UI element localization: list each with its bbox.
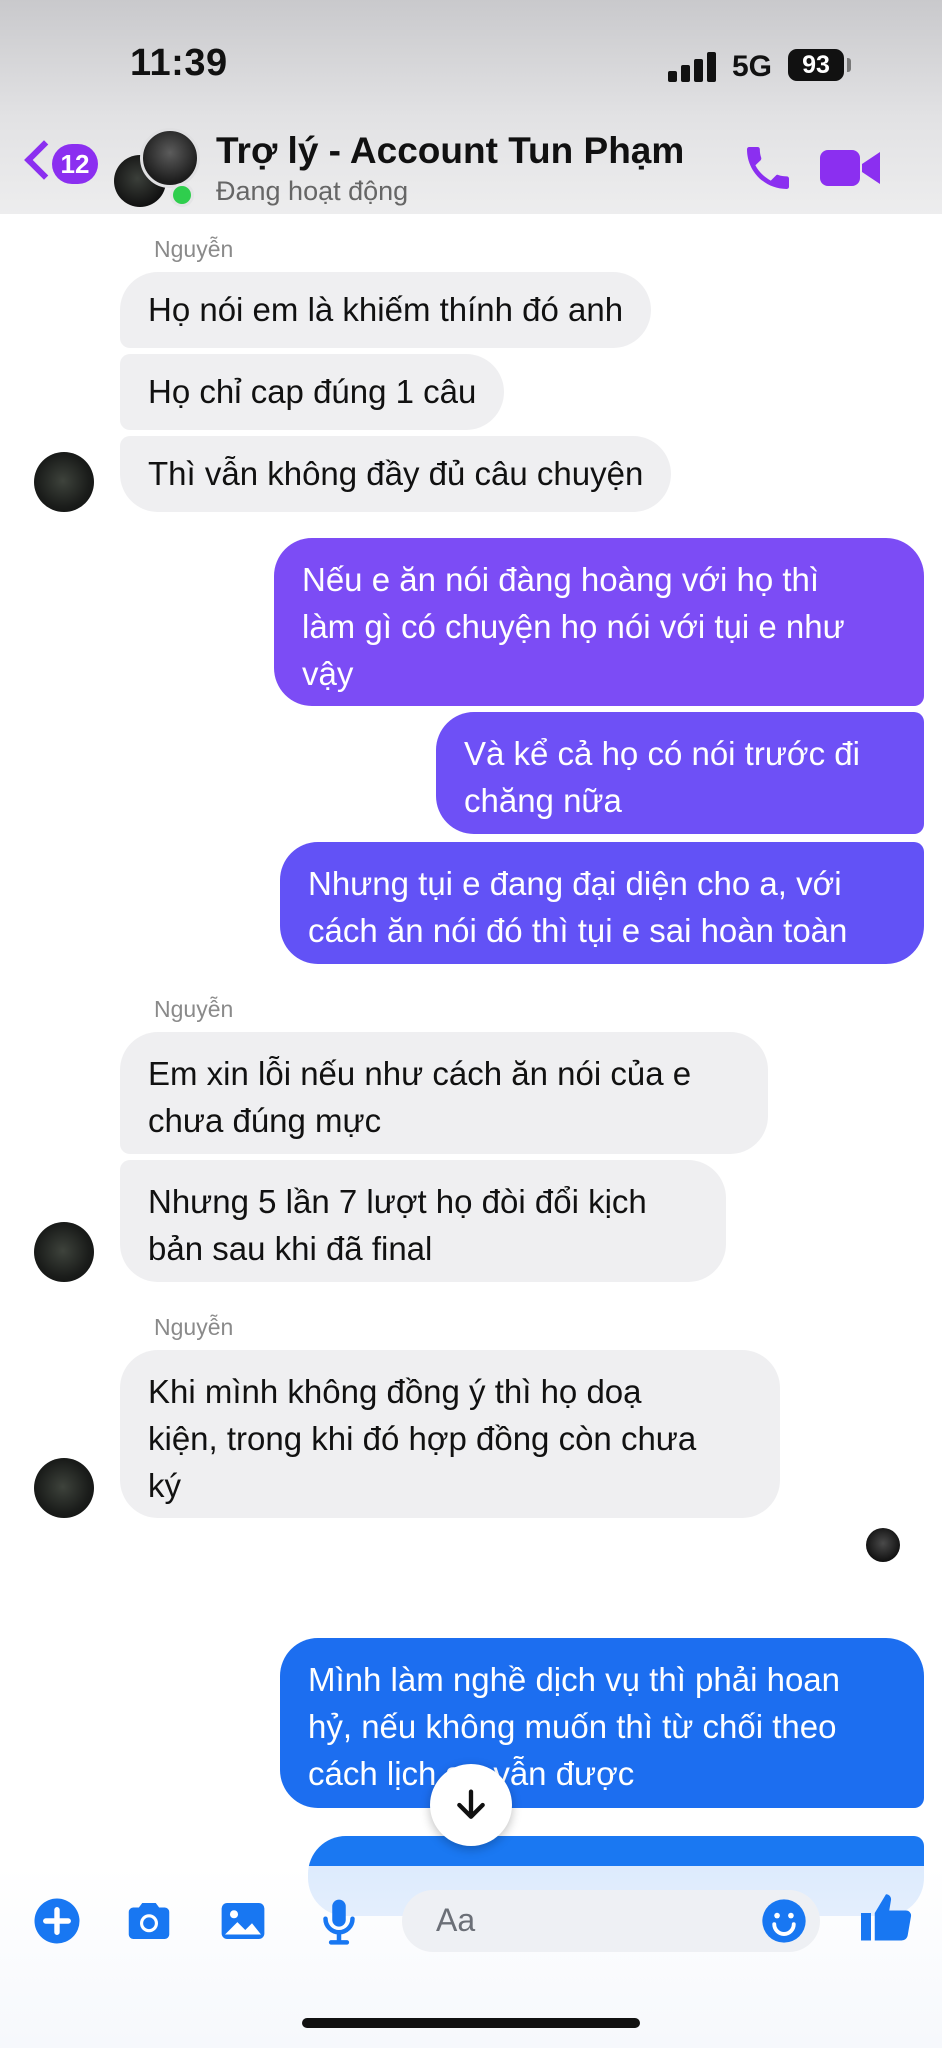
message-bubble-incoming[interactable]: Họ nói em là khiếm thính đó anh	[120, 272, 652, 348]
message-text: làm gì có chuyện họ nói với tụi e như	[302, 608, 845, 645]
sender-name: Nguyễn	[154, 996, 234, 1022]
message-text: bản sau khi đã final	[148, 1230, 433, 1267]
phone-icon[interactable]	[740, 140, 796, 196]
seen-avatar	[866, 1528, 900, 1562]
message-input[interactable]: Aa	[402, 1890, 820, 1952]
battery-icon: 93	[788, 49, 844, 81]
gallery-icon[interactable]	[216, 1894, 270, 1948]
camera-icon[interactable]	[122, 1894, 176, 1948]
message-text: hỷ, nếu không muốn thì từ chối theo	[308, 1708, 837, 1745]
message-text: chưa đúng mực	[148, 1102, 382, 1139]
message-text: Khi mình không đồng ý thì họ doạ	[148, 1373, 642, 1410]
message-text: Em xin lỗi nếu như cách ăn nói của e	[148, 1055, 692, 1092]
video-camera-icon[interactable]	[818, 144, 882, 192]
message-text: Họ nói em là khiếm thính đó anh	[148, 291, 624, 328]
message-text: ký	[148, 1467, 181, 1504]
back-button[interactable]: 12	[24, 140, 104, 190]
message-text: Họ chỉ cap đúng 1 câu	[148, 373, 477, 410]
scroll-to-bottom-button[interactable]	[430, 1764, 512, 1846]
sender-avatar[interactable]	[34, 452, 94, 512]
group-avatar-front[interactable]	[140, 128, 200, 188]
microphone-icon[interactable]	[312, 1894, 366, 1948]
message-bubble-outgoing[interactable]: Nhưng tụi e đang đại diện cho a, với các…	[280, 842, 924, 964]
message-input-placeholder: Aa	[436, 1902, 476, 1938]
like-icon[interactable]	[856, 1888, 916, 1948]
signal-icon	[668, 52, 718, 82]
sender-name: Nguyễn	[154, 236, 234, 262]
message-text: Thì vẫn không đầy đủ câu chuyện	[148, 455, 644, 492]
network-label: 5G	[732, 50, 773, 83]
message-text: cách lịch sự vẫn được	[308, 1755, 635, 1792]
sender-avatar[interactable]	[34, 1222, 94, 1282]
message-text: Nhưng tụi e đang đại diện cho a, với	[308, 865, 842, 902]
message-text: kiện, trong khi đó hợp đồng còn chưa	[148, 1420, 697, 1457]
plus-icon[interactable]	[30, 1894, 84, 1948]
message-text: Nhưng 5 lần 7 lượt họ đòi đổi kịch	[148, 1183, 647, 1220]
message-text: chăng nữa	[464, 782, 622, 819]
message-text: cách ăn nói đó thì tụi e sai hoàn toàn	[308, 912, 848, 949]
message-bubble-outgoing[interactable]: Mình làm nghề dịch vụ thì phải hoan hỷ, …	[280, 1638, 924, 1808]
message-text: Và kể cả họ có nói trước đi	[464, 735, 860, 772]
message-bubble-outgoing[interactable]: Nếu e ăn nói đàng hoàng với họ thì làm g…	[274, 538, 924, 706]
chat-header: 11:39 5G 93 12 Trợ lý - Account Tun Phạm…	[0, 0, 942, 214]
message-text: vậy	[302, 655, 354, 692]
battery-tip	[847, 58, 851, 72]
emoji-icon[interactable]	[758, 1895, 810, 1947]
contact-name[interactable]: Trợ lý - Account Tun Phạm	[216, 130, 684, 172]
message-text: Nếu e ăn nói đàng hoàng với họ thì	[302, 561, 820, 598]
sender-name: Nguyễn	[154, 1314, 234, 1340]
message-bubble-incoming[interactable]: Họ chỉ cap đúng 1 câu	[120, 354, 505, 430]
online-indicator	[170, 183, 194, 207]
message-text: Mình làm nghề dịch vụ thì phải hoan	[308, 1661, 841, 1698]
contact-status: Đang hoạt động	[216, 176, 409, 206]
message-bubble-incoming[interactable]: Khi mình không đồng ý thì họ doạ kiện, t…	[120, 1350, 780, 1518]
sender-avatar[interactable]	[34, 1458, 94, 1518]
status-time: 11:39	[130, 42, 228, 84]
message-bubble-incoming[interactable]: Em xin lỗi nếu như cách ăn nói của e chư…	[120, 1032, 768, 1154]
home-indicator	[302, 2018, 640, 2028]
message-bubble-incoming[interactable]: Thì vẫn không đầy đủ câu chuyện	[120, 436, 672, 512]
message-bubble-outgoing[interactable]: Và kể cả họ có nói trước đi chăng nữa	[436, 712, 924, 834]
message-bubble-incoming[interactable]: Nhưng 5 lần 7 lượt họ đòi đổi kịch bản s…	[120, 1160, 726, 1282]
unread-badge: 12	[52, 144, 98, 184]
arrow-down-icon	[457, 1789, 485, 1819]
